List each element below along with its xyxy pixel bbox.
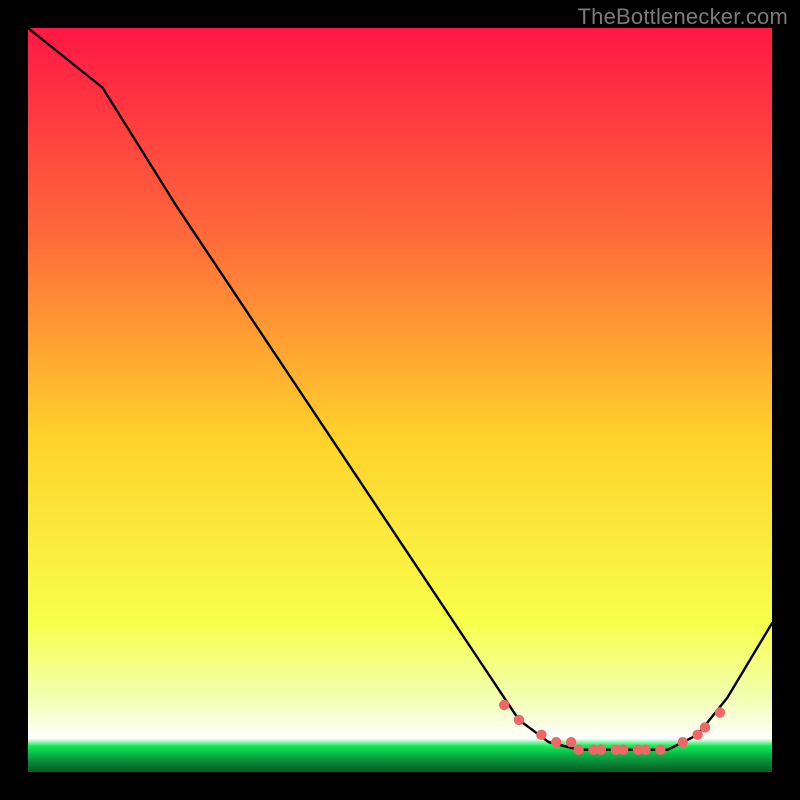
data-marker	[655, 745, 665, 755]
data-marker	[596, 745, 606, 755]
data-marker	[692, 730, 702, 740]
attribution-text: TheBottlenecker.com	[578, 4, 788, 30]
chart-plot-area	[28, 28, 772, 772]
data-marker	[700, 722, 710, 732]
data-marker	[536, 730, 546, 740]
data-marker	[499, 700, 509, 710]
chart-svg	[28, 28, 772, 772]
data-marker	[715, 707, 725, 717]
data-marker	[514, 715, 524, 725]
data-marker	[640, 745, 650, 755]
data-marker	[551, 737, 561, 747]
data-marker	[566, 737, 576, 747]
data-marker	[618, 745, 628, 755]
data-marker	[678, 737, 688, 747]
data-marker	[573, 745, 583, 755]
